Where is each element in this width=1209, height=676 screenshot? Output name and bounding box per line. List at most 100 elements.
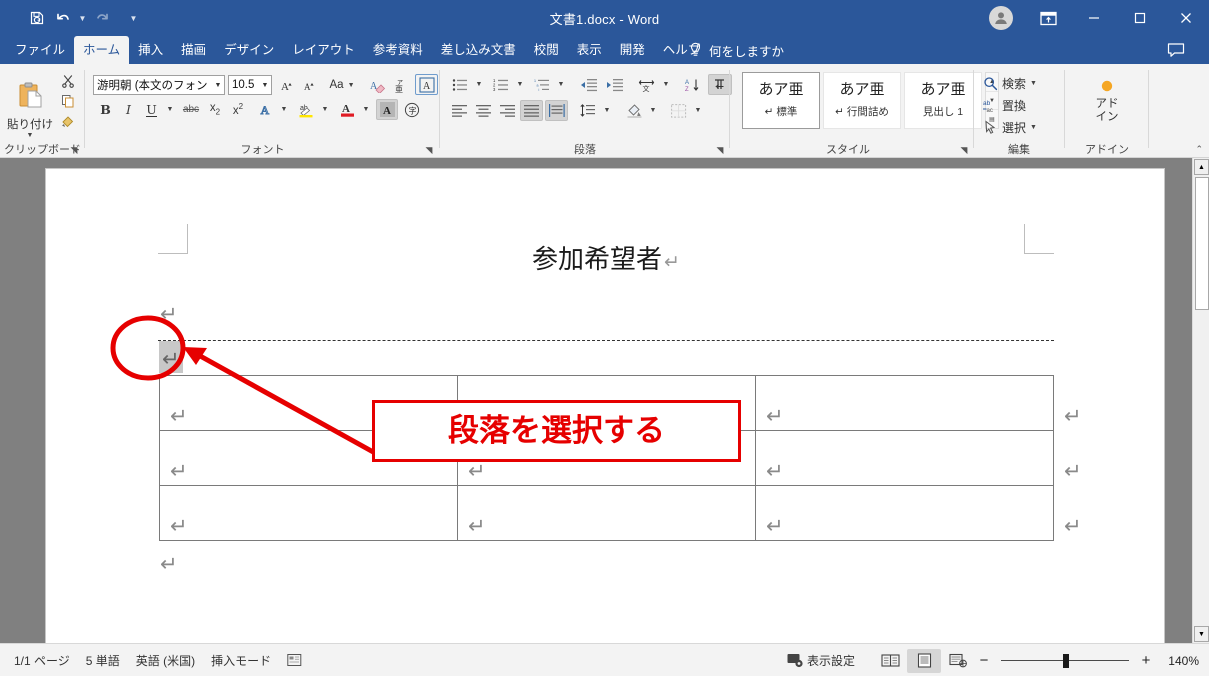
bullets-icon[interactable]: [448, 74, 472, 95]
multilevel-list-icon[interactable]: 1 a i: [530, 74, 554, 95]
table-cell[interactable]: ↵: [457, 375, 756, 431]
phonetic-guide-icon[interactable]: ア 亜: [390, 75, 412, 95]
increase-indent-icon[interactable]: [602, 74, 627, 95]
find-caret-icon[interactable]: ▼: [1030, 80, 1037, 87]
word-count[interactable]: 5 単語: [86, 652, 120, 669]
bold-icon[interactable]: B: [95, 99, 116, 120]
numbering-icon[interactable]: 1 2 3: [489, 74, 513, 95]
zoom-slider[interactable]: [1001, 651, 1129, 671]
tab-mailings[interactable]: 差し込み文書: [432, 36, 525, 64]
table-cell[interactable]: ↵ ↵: [755, 430, 1082, 486]
tab-home[interactable]: ホーム: [74, 36, 130, 64]
format-painter-icon[interactable]: [58, 112, 78, 130]
table-cell[interactable]: ↵: [159, 430, 458, 486]
clipboard-dialog-launcher[interactable]: ◥: [68, 144, 80, 156]
shading-caret-icon[interactable]: ▼: [646, 100, 660, 121]
line-spacing-caret-icon[interactable]: ▼: [600, 100, 614, 121]
replace-button[interactable]: ab ac 置換: [983, 95, 1026, 115]
tab-draw[interactable]: 描画: [172, 36, 215, 64]
justify-icon[interactable]: [520, 100, 543, 121]
copy-icon[interactable]: [58, 92, 78, 110]
zoom-level-label[interactable]: 140%: [1155, 654, 1199, 668]
language-indicator[interactable]: 英語 (米国): [136, 652, 195, 669]
align-left-icon[interactable]: [448, 100, 471, 121]
comments-icon[interactable]: [1165, 40, 1187, 60]
scroll-down-icon[interactable]: ▼: [1194, 626, 1209, 642]
clear-formatting-icon[interactable]: A: [367, 75, 389, 95]
addins-button[interactable]: アド イン: [1084, 70, 1130, 132]
save-icon[interactable]: [24, 7, 50, 29]
strikethrough-icon[interactable]: abc: [179, 99, 203, 120]
undo-icon[interactable]: [50, 7, 76, 29]
page-indicator[interactable]: 1/1 ページ: [14, 652, 70, 669]
table-cell[interactable]: ↵: [457, 485, 756, 541]
text-effects-caret-icon[interactable]: ▼: [277, 99, 291, 120]
font-color-caret-icon[interactable]: ▼: [359, 99, 373, 120]
paste-button[interactable]: [10, 72, 50, 118]
undo-dropdown-caret-icon[interactable]: ▼: [76, 7, 89, 29]
tab-layout[interactable]: レイアウト: [283, 36, 364, 64]
zoom-out-button[interactable]: −: [975, 652, 993, 669]
tab-review[interactable]: 校閲: [525, 36, 568, 64]
view-print-layout-button[interactable]: [907, 648, 941, 673]
asian-layout-caret-icon[interactable]: ▼: [659, 74, 673, 95]
character-border-icon[interactable]: A: [415, 74, 438, 95]
table-row[interactable]: ↵ ↵ ↵ ↵: [159, 485, 1082, 541]
distribute-icon[interactable]: [545, 100, 568, 121]
table-cell[interactable]: ↵ ↵: [755, 375, 1082, 431]
document-table[interactable]: ↵ ↵ ↵ ↵ ↵ ↵ ↵ ↵ ↵ ↵ ↵ ↵: [159, 375, 1082, 541]
decrease-indent-icon[interactable]: [576, 74, 601, 95]
insert-mode-indicator[interactable]: 挿入モード: [211, 652, 271, 669]
view-read-mode-button[interactable]: [873, 649, 907, 673]
font-size-caret-icon[interactable]: ▼: [259, 82, 271, 89]
font-size-combo[interactable]: 10.5 ▼: [228, 75, 272, 95]
font-name-combo[interactable]: 游明朝 (本文のフォン ▼: [93, 75, 225, 95]
tab-references[interactable]: 参考資料: [364, 36, 432, 64]
character-shading-icon[interactable]: A: [376, 99, 398, 120]
tab-design[interactable]: デザイン: [215, 36, 283, 64]
text-effects-icon[interactable]: A: [255, 99, 277, 120]
ribbon-display-options-icon[interactable]: [1025, 0, 1071, 36]
zoom-slider-thumb[interactable]: [1063, 653, 1069, 668]
bullets-caret-icon[interactable]: ▼: [472, 74, 486, 95]
tab-view[interactable]: 表示: [568, 36, 611, 64]
minimize-button[interactable]: [1071, 0, 1117, 36]
text-highlight-icon[interactable]: ab: [294, 99, 318, 120]
table-cell[interactable]: ↵: [159, 485, 458, 541]
paragraph-dialog-launcher[interactable]: ◥: [714, 144, 726, 156]
document-page[interactable]: 参加希望者 ↵ ↵ ↵ ↵ ↵ ↵ ↵ ↵ ↵ ↵ ↵ ↵ ↵ ↵ ↵ ↵: [45, 168, 1165, 643]
align-right-icon[interactable]: [496, 100, 519, 121]
font-name-caret-icon[interactable]: ▼: [212, 82, 224, 89]
font-color-icon[interactable]: A: [335, 99, 359, 120]
close-button[interactable]: [1163, 0, 1209, 36]
change-case-icon[interactable]: Aa ▼: [325, 75, 359, 95]
table-row[interactable]: ↵ ↵ ↵ ↵: [159, 430, 1082, 486]
borders-caret-icon[interactable]: ▼: [691, 100, 705, 121]
multilevel-list-caret-icon[interactable]: ▼: [554, 74, 568, 95]
collapse-ribbon-icon[interactable]: ⌃: [1195, 144, 1203, 155]
superscript-icon[interactable]: x2: [227, 99, 249, 120]
italic-icon[interactable]: I: [118, 99, 139, 120]
select-button[interactable]: 選択 ▼: [983, 117, 1037, 137]
asian-layout-icon[interactable]: 文: [634, 74, 659, 95]
style-item-no-spacing[interactable]: あア亜 ↵ 行間詰め: [823, 72, 901, 129]
grow-font-icon[interactable]: A: [276, 75, 297, 95]
avatar[interactable]: [989, 6, 1013, 30]
enclose-character-icon[interactable]: 字: [401, 99, 423, 120]
line-spacing-icon[interactable]: [576, 100, 600, 121]
select-caret-icon[interactable]: ▼: [1030, 124, 1037, 131]
find-button[interactable]: 検索 ▼: [983, 73, 1037, 93]
tell-me-box[interactable]: 何をしますか: [688, 36, 784, 64]
tab-file[interactable]: ファイル: [6, 36, 74, 64]
style-item-standard[interactable]: あア亜 ↵ 標準: [742, 72, 820, 129]
zoom-in-button[interactable]: +: [1137, 652, 1155, 669]
table-cell[interactable]: ↵ ↵: [755, 485, 1082, 541]
underline-icon[interactable]: U: [141, 99, 162, 120]
styles-dialog-launcher[interactable]: ◥: [958, 144, 970, 156]
borders-icon[interactable]: [667, 100, 691, 121]
underline-caret-icon[interactable]: ▼: [163, 99, 177, 120]
text-highlight-caret-icon[interactable]: ▼: [318, 99, 332, 120]
view-web-layout-button[interactable]: [941, 649, 975, 673]
font-dialog-launcher[interactable]: ◥: [423, 144, 435, 156]
shading-icon[interactable]: [622, 100, 646, 121]
